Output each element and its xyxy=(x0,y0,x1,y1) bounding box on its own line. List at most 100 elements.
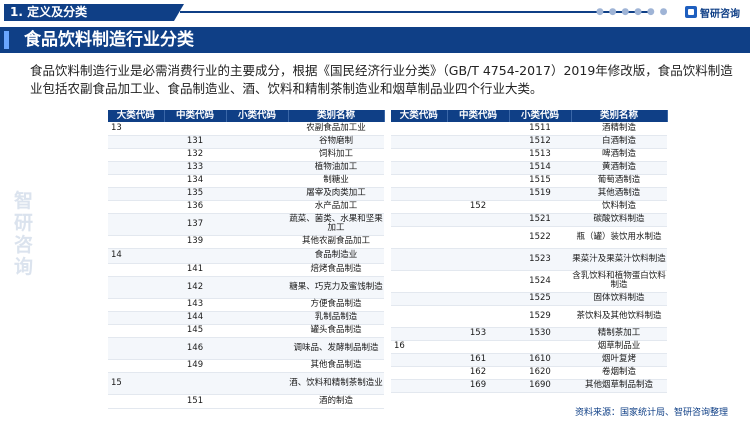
middle-code-cell: 145 xyxy=(164,324,226,338)
major-code-cell xyxy=(391,226,447,249)
category-name-cell: 焙烤食品制造 xyxy=(288,263,384,277)
minor-code-cell xyxy=(509,200,571,214)
middle-code-cell xyxy=(447,292,509,306)
minor-code-cell xyxy=(509,340,571,354)
category-name-cell: 其他烟草制品制造 xyxy=(571,379,667,393)
minor-code-cell: 1519 xyxy=(509,187,571,201)
minor-code-cell xyxy=(226,200,288,214)
table-row: 1511 酒精制造 xyxy=(391,122,667,136)
middle-code-cell xyxy=(447,248,509,271)
minor-code-cell xyxy=(226,122,288,136)
middle-code-cell xyxy=(447,270,509,293)
middle-code-cell: 134 xyxy=(164,174,226,188)
category-name-cell: 酒的制造 xyxy=(288,394,384,409)
minor-code-cell xyxy=(226,213,288,236)
minor-code-cell: 1513 xyxy=(509,148,571,162)
major-code-cell xyxy=(108,148,164,162)
table-row: 161 1610 烟叶复烤 xyxy=(391,353,667,367)
category-name-cell: 葡萄酒制造 xyxy=(571,174,667,188)
minor-code-cell: 1515 xyxy=(509,174,571,188)
middle-code-cell xyxy=(447,148,509,162)
minor-code-cell: 1521 xyxy=(509,213,571,227)
minor-code-cell xyxy=(226,161,288,175)
major-code-cell xyxy=(391,353,447,367)
middle-code-cell: 146 xyxy=(164,337,226,360)
minor-code-cell: 1530 xyxy=(509,327,571,341)
minor-code-cell xyxy=(226,235,288,249)
major-code-cell xyxy=(108,200,164,214)
middle-code-cell: 143 xyxy=(164,298,226,312)
major-code-cell: 15 xyxy=(108,372,164,395)
col-major-code: 大类代码 xyxy=(391,110,448,122)
header-rule xyxy=(180,11,650,13)
brand-logo: 智研咨询 xyxy=(685,4,740,20)
table-row: 1515 葡萄酒制造 xyxy=(391,174,667,188)
table-row: 1514 黄酒制造 xyxy=(391,161,667,175)
major-code-cell xyxy=(391,305,447,328)
major-code-cell xyxy=(108,174,164,188)
minor-code-cell xyxy=(226,187,288,201)
table-row: 131 谷物磨制 xyxy=(108,135,384,149)
top-bar: 1. 定义及分类 ● ● ● ● ● ● 智研咨询 xyxy=(0,0,750,24)
table-row: 13 农副食品加工业 xyxy=(108,122,384,136)
minor-code-cell: 1524 xyxy=(509,270,571,293)
major-code-cell xyxy=(391,135,447,149)
category-name-cell: 碳酸饮料制造 xyxy=(571,213,667,227)
minor-code-cell xyxy=(226,135,288,149)
category-name-cell: 酒、饮料和精制茶制造业 xyxy=(288,372,384,395)
intro-paragraph: 食品饮料制造行业是必需消费行业的主要成分，根据《国民经济行业分类》（GB/T 4… xyxy=(30,63,733,96)
table-row: 1529 茶饮料及其他饮料制造 xyxy=(391,305,667,328)
category-name-cell: 谷物磨制 xyxy=(288,135,384,149)
category-name-cell: 罐头食品制造 xyxy=(288,324,384,338)
classification-table-left: 大类代码 中类代码 小类代码 类别名称 13 农副食品加工业 131 谷物磨制 132 饲… xyxy=(108,110,385,409)
major-code-cell xyxy=(391,122,447,136)
middle-code-cell: 161 xyxy=(447,353,509,367)
col-middle-code: 中类代码 xyxy=(447,110,510,122)
major-code-cell xyxy=(391,213,447,227)
minor-code-cell xyxy=(226,174,288,188)
minor-code-cell: 1610 xyxy=(509,353,571,367)
category-name-cell: 其他食品制造 xyxy=(288,359,384,373)
major-code-cell xyxy=(108,394,164,409)
table-row: 142 糖果、巧克力及蜜饯制造 xyxy=(108,276,384,299)
minor-code-cell xyxy=(226,394,288,409)
minor-code-cell: 1514 xyxy=(509,161,571,175)
major-code-cell xyxy=(391,148,447,162)
major-code-cell xyxy=(391,248,447,271)
category-name-cell: 烟草制品业 xyxy=(571,340,667,354)
category-name-cell: 糖果、巧克力及蜜饯制造 xyxy=(288,276,384,299)
middle-code-cell: 131 xyxy=(164,135,226,149)
minor-code-cell: 1525 xyxy=(509,292,571,306)
minor-code-cell xyxy=(226,359,288,373)
category-name-cell: 啤酒制造 xyxy=(571,148,667,162)
major-code-cell xyxy=(391,366,447,380)
major-code-cell xyxy=(391,174,447,188)
category-name-cell: 烟叶复烤 xyxy=(571,353,667,367)
middle-code-cell xyxy=(447,161,509,175)
banner-stripe xyxy=(4,31,9,49)
minor-code-cell: 1523 xyxy=(509,248,571,271)
major-code-cell xyxy=(391,379,447,393)
table-row: 132 饲料加工 xyxy=(108,148,384,162)
table-row: 152 饮料制造 xyxy=(391,200,667,214)
major-code-cell: 13 xyxy=(108,122,164,136)
middle-code-cell xyxy=(447,187,509,201)
minor-code-cell xyxy=(226,298,288,312)
col-category-name: 类别名称 xyxy=(288,110,385,122)
major-code-cell xyxy=(391,292,447,306)
major-code-cell xyxy=(108,276,164,299)
minor-code-cell xyxy=(226,248,288,264)
major-code-cell: 14 xyxy=(108,248,164,264)
table-row: 135 屠宰及肉类加工 xyxy=(108,187,384,201)
minor-code-cell xyxy=(226,263,288,277)
minor-code-cell: 1620 xyxy=(509,366,571,380)
table-row: 143 方便食品制造 xyxy=(108,298,384,312)
middle-code-cell: 149 xyxy=(164,359,226,373)
middle-code-cell xyxy=(447,340,509,354)
category-name-cell: 乳制品制造 xyxy=(288,311,384,325)
middle-code-cell: 139 xyxy=(164,235,226,249)
table-row: 1513 啤酒制造 xyxy=(391,148,667,162)
category-name-cell: 农副食品加工业 xyxy=(288,122,384,136)
category-name-cell: 含乳饮料和植物蛋白饮料制造 xyxy=(571,270,667,293)
major-code-cell xyxy=(108,359,164,373)
